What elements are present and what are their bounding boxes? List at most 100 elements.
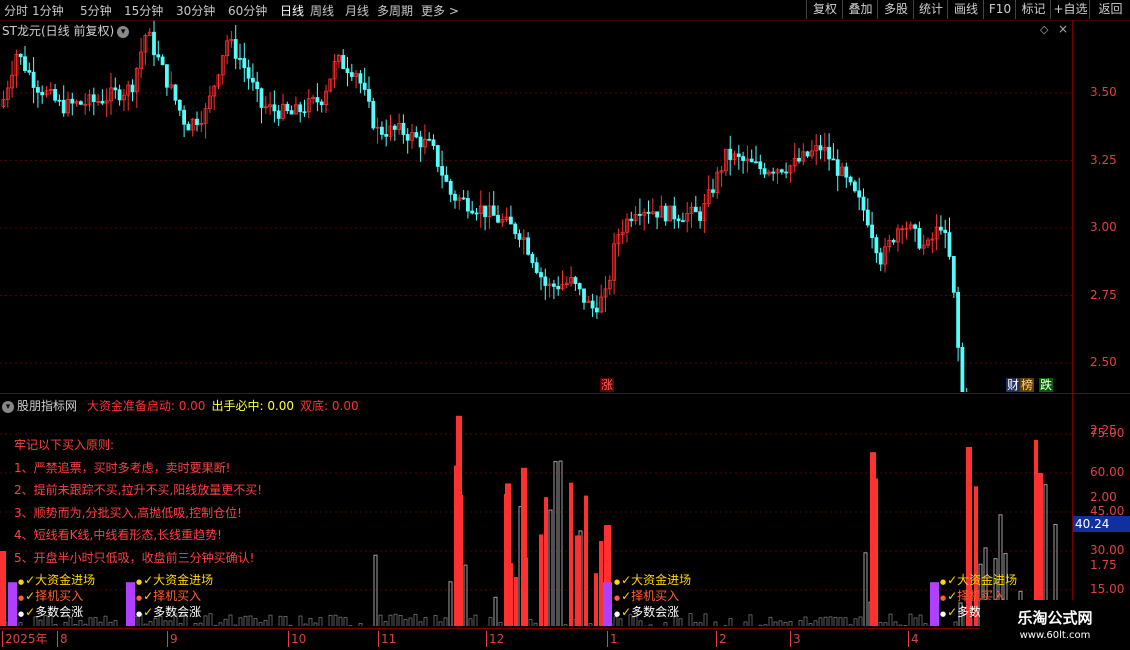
candle-body (556, 285, 561, 290)
candle-body (853, 181, 857, 192)
candle-body (379, 126, 384, 135)
period-tab-0[interactable]: 分时 (4, 2, 28, 19)
indicator-small-bar (268, 614, 273, 626)
period-tab-6[interactable]: 日线 (280, 2, 304, 19)
indicator-small-bar (678, 618, 683, 626)
signal-text: 多数会涨 (35, 605, 84, 619)
candle-body (453, 193, 457, 201)
candle-body (693, 206, 698, 213)
indicator-small-bar (103, 615, 108, 626)
candle-body (18, 53, 23, 58)
candle-body (491, 205, 496, 216)
candle-body (57, 99, 62, 102)
indicator-small-bar (193, 623, 198, 626)
period-tab-4[interactable]: 30分钟 (176, 2, 215, 19)
indicator-small-bar (728, 618, 733, 626)
toolbar-button-5[interactable]: F10 (983, 0, 1016, 19)
candle-body (878, 252, 883, 265)
toolbar-button-8[interactable]: 返回 (1089, 0, 1130, 19)
signal-text: 择机买入 (631, 589, 680, 603)
candle-body (341, 55, 346, 70)
candle-body (250, 77, 255, 83)
candle-body (496, 214, 500, 223)
indicator-small-bar (748, 614, 753, 626)
candle-body (276, 110, 281, 119)
candle-body (861, 196, 866, 211)
signal-text: 择机买入 (153, 589, 202, 603)
signal-dot-icon: ● (940, 594, 947, 602)
signal-text: 大资金进场 (153, 573, 214, 587)
candle-body (848, 176, 853, 183)
period-tab-5[interactable]: 60分钟 (228, 2, 267, 19)
indicator-small-bar (288, 624, 293, 626)
candle-body (857, 190, 862, 198)
toolbar-button-6[interactable]: 标记 (1015, 0, 1051, 19)
indicator-small-bar (908, 613, 913, 626)
period-tab-9[interactable]: 多周期 (377, 2, 413, 19)
period-tab-1[interactable]: 1分钟 (32, 2, 64, 19)
price-tick-label: 1.75 (1090, 557, 1117, 572)
signal-dot-icon: ● (18, 578, 25, 586)
check-icon: ✓ (25, 589, 36, 603)
toolbar-button-3[interactable]: 统计 (913, 0, 948, 19)
indicator-tick-label: 30.00 (1090, 543, 1125, 557)
candle-body (728, 148, 733, 160)
signal-label-1-2: ●✓多数会涨 (136, 604, 201, 622)
indicator-small-bar (418, 621, 423, 626)
indicator-grey-bar (448, 581, 453, 626)
period-tab-7[interactable]: 周线 (310, 2, 334, 19)
candle-body (259, 88, 264, 108)
candle-body (289, 110, 294, 115)
date-label-7: 2 (716, 631, 727, 647)
toolbar-button-0[interactable]: 复权 (806, 0, 843, 19)
candle-body (362, 82, 367, 90)
zhang-tag: 涨 (600, 378, 615, 392)
indicator-small-bar (818, 617, 823, 626)
indicator-small-bar (423, 617, 428, 626)
price-tick-label: 3.25 (1090, 152, 1117, 167)
toolbar-button-1[interactable]: 叠加 (842, 0, 878, 19)
toolbar-button-2[interactable]: 多股 (877, 0, 914, 19)
indicator-grey-bar (493, 596, 498, 626)
indicator-red-bar (539, 534, 543, 626)
indicator-red-bar (569, 482, 573, 626)
indicator-small-bar (98, 621, 103, 626)
candle-body (638, 213, 642, 216)
period-tab-3[interactable]: 15分钟 (124, 2, 163, 19)
candle-body (534, 262, 539, 273)
candlestick-chart: 3.891.39 (0, 20, 1072, 392)
period-tab-10[interactable]: 更多 > (421, 2, 459, 19)
indicator-small-bar (308, 617, 313, 626)
price-tick-label: 2.50 (1090, 355, 1117, 369)
indicator-grey-bar (863, 552, 868, 626)
toolbar-button-4[interactable]: 画线 (947, 0, 984, 19)
indicator-tick-label: 15.00 (1090, 582, 1125, 596)
candle-body (182, 109, 187, 125)
candle-body (831, 158, 836, 161)
indicator-small-bar (383, 621, 388, 626)
indicator-small-bar (403, 619, 408, 626)
candle-body (573, 277, 578, 284)
toolbar-button-7[interactable]: +自选 (1050, 0, 1090, 19)
candle-body (913, 224, 917, 229)
indicator-small-bar (713, 621, 718, 626)
indicator-small-bar (143, 623, 148, 626)
candle-body (663, 205, 668, 222)
period-tab-2[interactable]: 5分钟 (80, 2, 112, 19)
signal-dot-icon: ● (614, 610, 621, 618)
candle-body (164, 64, 169, 88)
candle-body (405, 134, 410, 141)
period-tab-8[interactable]: 月线 (345, 2, 369, 19)
signal-purple-bar (930, 582, 939, 626)
principle-line-3: 3、顺势而为,分批买入,高抛低吸,控制仓位! (14, 505, 242, 520)
date-label-0: 2025年 (2, 631, 48, 647)
signal-text: 大资金进场 (35, 573, 96, 587)
signal-text: 多数会涨 (631, 605, 680, 619)
indicator-small-bar (843, 617, 848, 626)
indicator-small-bar (18, 622, 23, 626)
indicator-small-bar (113, 620, 118, 626)
signal-label-2-2: ●✓多数会涨 (614, 604, 679, 622)
check-icon: ✓ (621, 589, 632, 603)
indicator-small-bar (443, 617, 448, 626)
candle-body (238, 57, 242, 60)
